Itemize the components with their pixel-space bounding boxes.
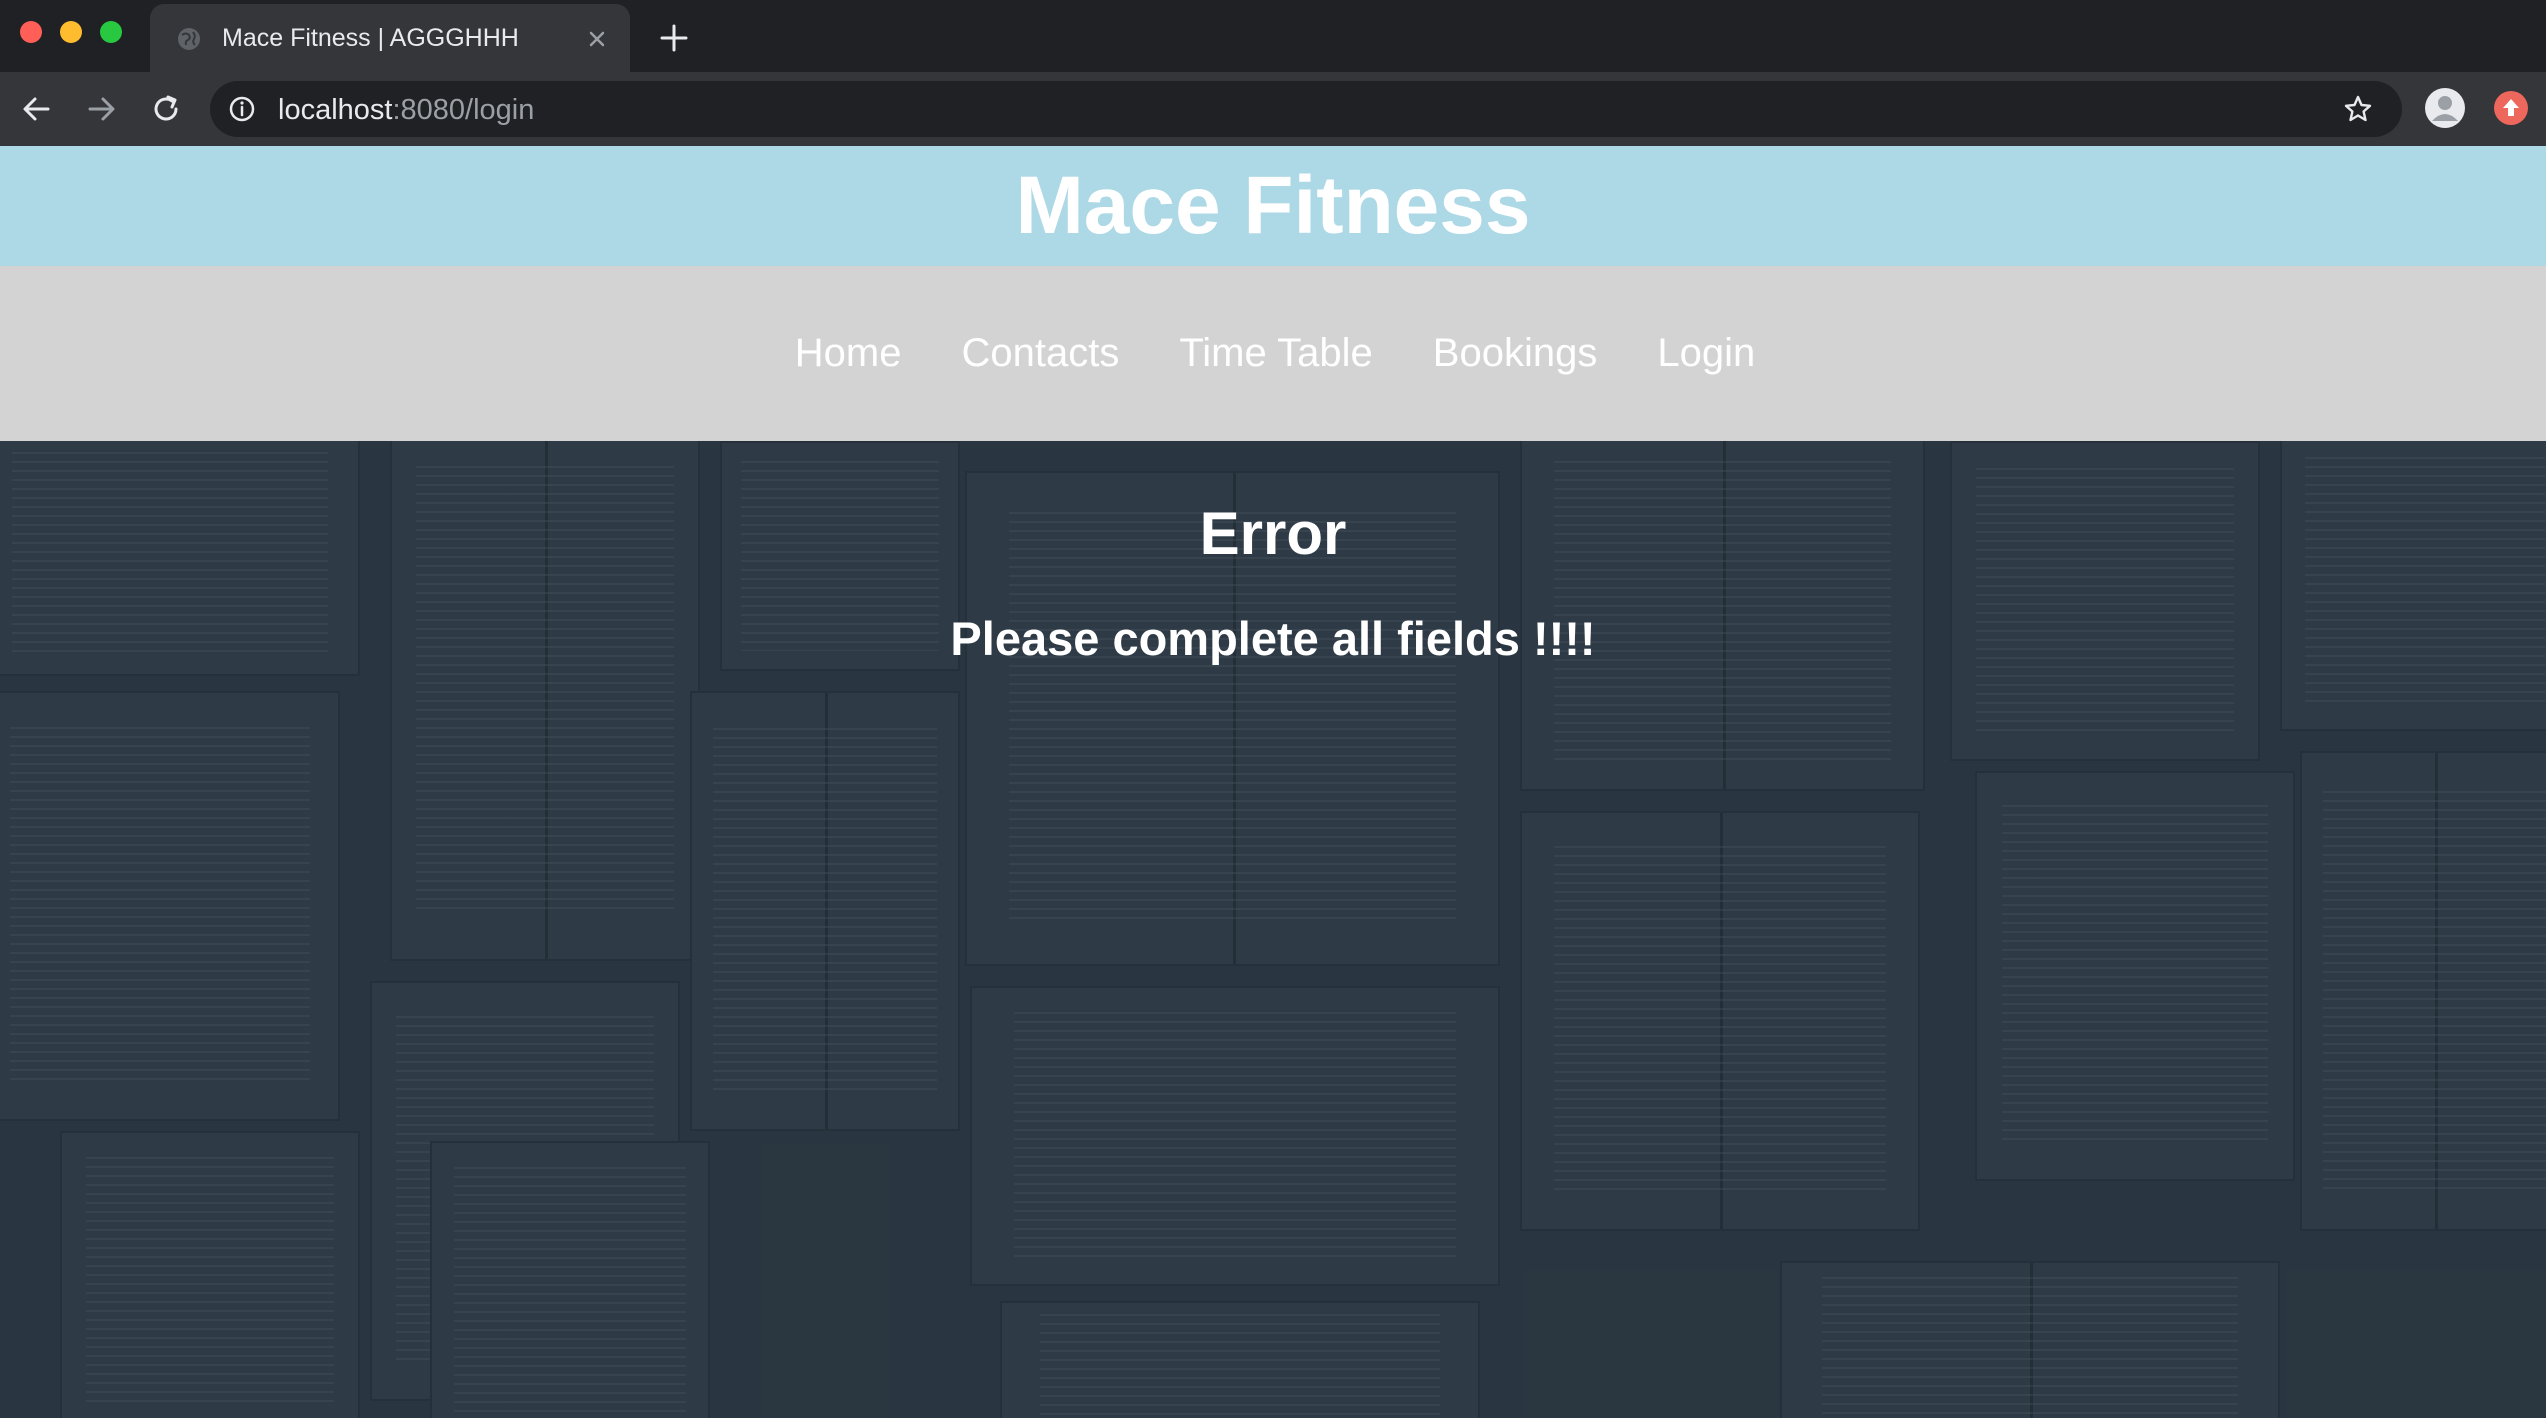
bookmark-star-icon[interactable] [2342, 93, 2374, 125]
address-bar[interactable]: localhost:8080/login [210, 81, 2402, 137]
browser-toolbar: localhost:8080/login [0, 72, 2546, 146]
reload-icon[interactable] [145, 88, 187, 130]
update-icon[interactable] [2492, 89, 2530, 127]
globe-icon [178, 28, 200, 50]
nav-link-contacts[interactable]: Contacts [961, 331, 1119, 376]
site-title: Mace Fitness [1015, 160, 1531, 251]
nav-link-bookings[interactable]: Bookings [1433, 331, 1598, 376]
close-icon[interactable] [582, 24, 612, 54]
main-content: Error Please complete all fields !!!! [0, 441, 2546, 1418]
site-nav: Home Contacts Time Table Bookings Login [0, 266, 2546, 441]
new-tab-icon[interactable] [656, 20, 692, 56]
error-heading: Error [1199, 500, 1347, 567]
nav-list: Home Contacts Time Table Bookings Login [0, 266, 2546, 441]
close-window-button[interactable] [20, 21, 42, 43]
url-path: :8080/login [392, 94, 535, 126]
error-message: Please complete all fields !!!! [950, 612, 1596, 665]
url-host: localhost [278, 94, 393, 126]
maximize-window-button[interactable] [100, 21, 122, 43]
tab-title: Mace Fitness | AGGGHHH [222, 24, 519, 52]
nav-link-login[interactable]: Login [1657, 331, 1755, 376]
url-text: localhost:8080/login [278, 95, 534, 125]
minimize-window-button[interactable] [60, 21, 82, 43]
nav-link-home[interactable]: Home [795, 331, 902, 376]
web-page: Mace Fitness Home Contacts Time Table Bo… [0, 146, 2546, 1418]
browser-tab-bar: Mace Fitness | AGGGHHH [0, 0, 2546, 72]
nav-link-time-table[interactable]: Time Table [1179, 331, 1372, 376]
profile-avatar-icon[interactable] [2424, 87, 2466, 129]
info-icon[interactable] [228, 95, 256, 123]
site-header: Mace Fitness [0, 146, 2546, 266]
back-arrow-icon[interactable] [16, 88, 58, 130]
forward-arrow-icon[interactable] [80, 88, 122, 130]
browser-tab[interactable]: Mace Fitness | AGGGHHH [150, 4, 630, 72]
